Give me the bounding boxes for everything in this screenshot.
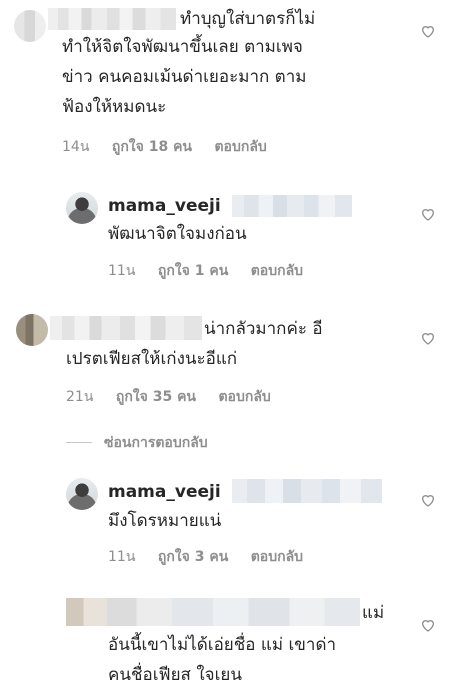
username-link[interactable]: mama_veeji bbox=[108, 479, 221, 505]
timestamp: 11น bbox=[108, 263, 136, 279]
likes-count[interactable]: ถูกใจ 18 คน bbox=[112, 139, 192, 155]
comment-meta: 11น ถูกใจ 1 คน ตอบกลับ bbox=[108, 260, 321, 282]
comment-text-line: อันนี้เขาไม่ได้เอ่ยชื่อ แม่ เขาด่า bbox=[108, 635, 337, 655]
avatar[interactable] bbox=[16, 314, 48, 346]
avatar[interactable] bbox=[14, 10, 46, 42]
redacted-text bbox=[232, 479, 382, 503]
comment-text-line: ข่าว คนคอมเม้นด่าเยอะมาก ตาม bbox=[62, 67, 307, 87]
redacted-username bbox=[50, 316, 202, 340]
comment-text-line: แม่ bbox=[362, 603, 385, 623]
comment-text-line: คนชื่อเฟียส ใจเยน bbox=[108, 665, 242, 685]
replies-divider bbox=[66, 442, 92, 443]
comment-meta: 21น ถูกใจ 35 คน ตอบกลับ bbox=[66, 386, 289, 408]
hide-replies-button[interactable]: ซ่อนการตอบกลับ bbox=[104, 432, 208, 454]
comment-text-line: เปรตเฟียสให้เก่งนะอีแก่ bbox=[66, 349, 238, 369]
comment-text-line: มึงโดรหมายแน่ bbox=[108, 511, 222, 531]
likes-count[interactable]: ถูกใจ 35 คน bbox=[116, 389, 196, 405]
heart-outline-icon[interactable] bbox=[420, 492, 436, 508]
likes-count[interactable]: ถูกใจ 3 คน bbox=[158, 549, 228, 565]
heart-outline-icon[interactable] bbox=[420, 206, 436, 222]
reply-button[interactable]: ตอบกลับ bbox=[251, 549, 303, 565]
redacted-text bbox=[232, 195, 352, 217]
reply-button[interactable]: ตอบกลับ bbox=[218, 389, 270, 405]
timestamp: 21น bbox=[66, 389, 94, 405]
comment-text-line: ทำบุญใส่บาตรก็ไม่ bbox=[180, 9, 316, 29]
heart-outline-icon[interactable] bbox=[420, 330, 436, 346]
timestamp: 11น bbox=[108, 549, 136, 565]
comment-meta: 14น ถูกใจ 18 คน ตอบกลับ bbox=[62, 136, 285, 158]
timestamp: 14น bbox=[62, 139, 90, 155]
comment-meta: 11น ถูกใจ 3 คน ตอบกลับ bbox=[108, 546, 321, 568]
likes-count[interactable]: ถูกใจ 1 คน bbox=[158, 263, 228, 279]
redacted-username bbox=[66, 598, 360, 626]
comment-text-line: ทำให้จิตใจพัฒนาขึ้นเลย ตามเพจ bbox=[62, 37, 303, 57]
redacted-username bbox=[48, 8, 176, 30]
heart-outline-icon[interactable] bbox=[420, 23, 436, 39]
comment-text-line: ฟ้องให้หมดนะ bbox=[62, 97, 167, 117]
reply-button[interactable]: ตอบกลับ bbox=[214, 139, 266, 155]
avatar[interactable] bbox=[66, 192, 98, 224]
username-link[interactable]: mama_veeji bbox=[108, 193, 221, 219]
comment-text-line: พัฒนาจิตใจมงก่อน bbox=[108, 224, 247, 244]
avatar[interactable] bbox=[66, 478, 98, 510]
reply-button[interactable]: ตอบกลับ bbox=[251, 263, 303, 279]
comment-text-line: น่ากลัวมากค่ะ อี bbox=[204, 319, 323, 339]
heart-outline-icon[interactable] bbox=[420, 617, 436, 633]
